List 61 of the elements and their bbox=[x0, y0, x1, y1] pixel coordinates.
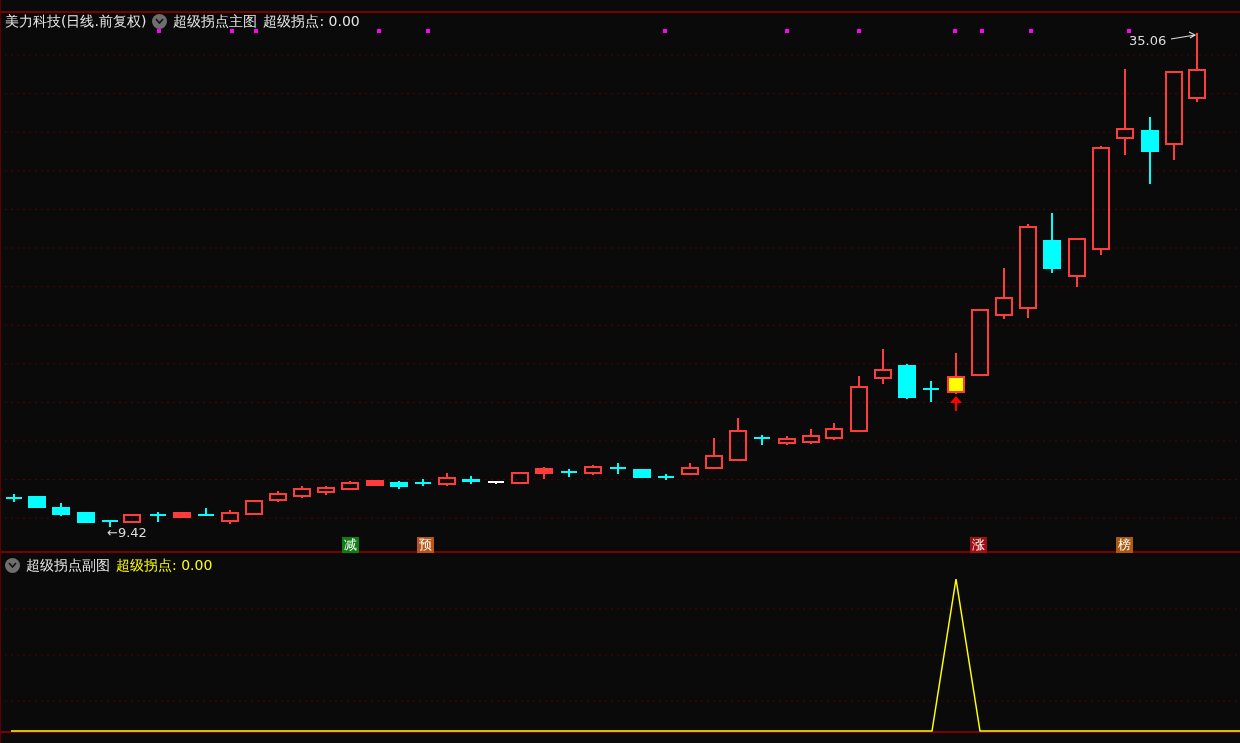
price-label: ←9.42 bbox=[107, 525, 147, 540]
candle bbox=[802, 428, 820, 445]
candle bbox=[28, 496, 46, 508]
candle bbox=[101, 519, 119, 528]
candle bbox=[366, 480, 384, 486]
candle bbox=[438, 472, 456, 487]
candle bbox=[462, 475, 480, 485]
signal-tag: 预 bbox=[417, 537, 434, 553]
candle bbox=[221, 509, 239, 525]
candle bbox=[1068, 238, 1086, 288]
signal-tag: 榜 bbox=[1116, 537, 1133, 553]
candle bbox=[269, 490, 287, 503]
candle bbox=[487, 480, 505, 485]
candle bbox=[874, 348, 892, 385]
stock-title: 美力科技(日线.前复权) bbox=[5, 12, 147, 31]
candle bbox=[317, 485, 335, 496]
up-arrow-icon bbox=[950, 396, 962, 412]
candle bbox=[560, 468, 578, 478]
candle bbox=[149, 511, 167, 523]
candle bbox=[341, 480, 359, 491]
candle bbox=[633, 469, 651, 478]
candle bbox=[1043, 212, 1061, 274]
candle bbox=[753, 434, 771, 446]
candle bbox=[584, 464, 602, 476]
candle bbox=[197, 507, 215, 517]
candle bbox=[947, 352, 965, 395]
signal-tag: 减 bbox=[342, 537, 359, 553]
candle bbox=[245, 500, 263, 515]
indicator-name: 超级拐点主图 bbox=[173, 12, 258, 31]
candle bbox=[898, 363, 916, 400]
candle bbox=[52, 502, 70, 517]
dropdown-icon[interactable] bbox=[5, 557, 20, 573]
candle bbox=[293, 485, 311, 499]
candle bbox=[511, 472, 529, 484]
candle bbox=[971, 309, 989, 376]
candle bbox=[850, 375, 868, 432]
candle bbox=[535, 466, 553, 480]
indicator-name: 超级拐点副图 bbox=[26, 556, 110, 575]
signal-tag: 涨 bbox=[970, 537, 987, 553]
candle bbox=[1141, 116, 1159, 185]
candle bbox=[681, 462, 699, 476]
candle bbox=[5, 493, 23, 503]
leader-line bbox=[1170, 31, 1197, 40]
candle bbox=[609, 462, 627, 475]
candle bbox=[414, 478, 432, 487]
candle bbox=[778, 435, 796, 446]
price-label: 35.06 bbox=[1129, 33, 1167, 48]
dropdown-icon[interactable] bbox=[152, 13, 168, 29]
candle bbox=[922, 380, 940, 403]
candle bbox=[1188, 32, 1206, 103]
candle bbox=[705, 437, 723, 469]
candle bbox=[77, 512, 95, 523]
candle bbox=[729, 417, 747, 462]
candle bbox=[173, 512, 191, 518]
indicator-value: 超级拐点: 0.00 bbox=[116, 556, 213, 575]
candle bbox=[123, 514, 141, 523]
candle bbox=[657, 473, 675, 481]
indicator-value: 超级拐点: 0.00 bbox=[263, 12, 360, 31]
candle bbox=[390, 480, 408, 490]
candle bbox=[825, 422, 843, 441]
candle bbox=[995, 267, 1013, 320]
